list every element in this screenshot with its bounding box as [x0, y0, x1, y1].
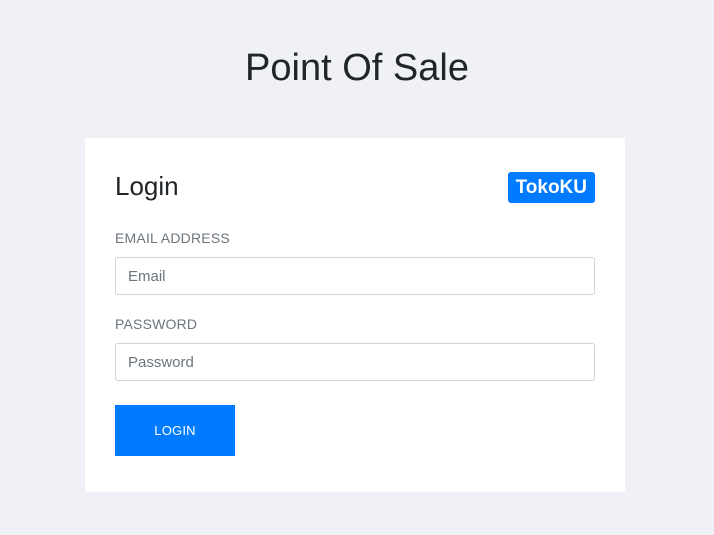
login-card-header: Login TokoKU [115, 170, 595, 204]
password-field[interactable] [115, 343, 595, 381]
page-title: Point Of Sale [245, 47, 469, 89]
brand-badge: TokoKU [507, 172, 595, 203]
login-button[interactable]: LOGIN [115, 405, 235, 456]
login-card: Login TokoKU EMAIL ADDRESS PASSWORD LOGI… [85, 138, 625, 492]
email-field[interactable] [115, 257, 595, 295]
password-label: PASSWORD [115, 316, 198, 332]
email-label: EMAIL ADDRESS [115, 230, 230, 246]
login-heading: Login [115, 171, 179, 201]
